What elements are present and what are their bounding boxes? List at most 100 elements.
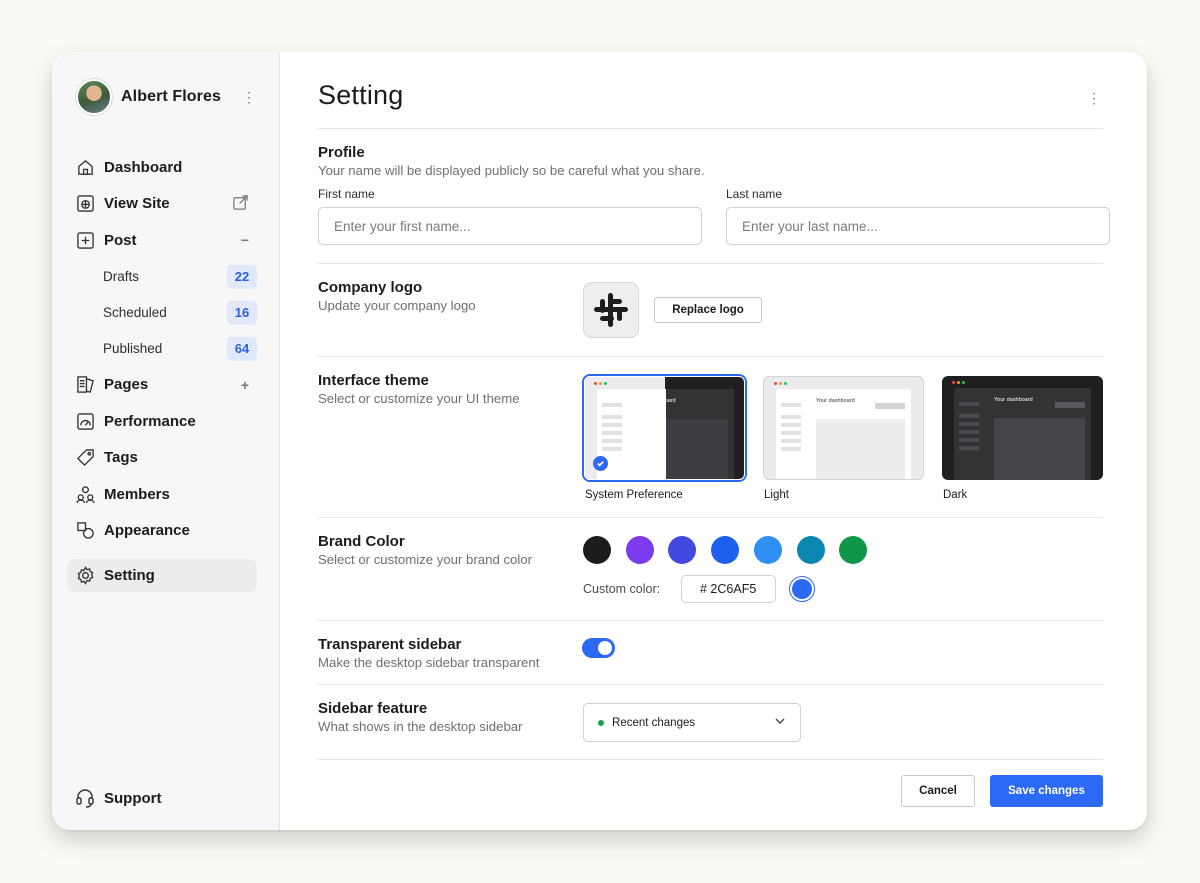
gauge-icon bbox=[75, 411, 95, 431]
brand-desc: Select or customize your brand color bbox=[318, 552, 533, 567]
sidebar-item-label: Pages bbox=[104, 376, 149, 394]
brand-title: Brand Color bbox=[318, 533, 405, 550]
color-swatch[interactable] bbox=[583, 536, 611, 564]
globe-window-icon bbox=[75, 194, 95, 214]
theme-label-system: System Preference bbox=[585, 489, 683, 501]
sidebar-nav: Dashboard View Site Post − Drafts 22 Sch… bbox=[67, 149, 257, 592]
tag-icon bbox=[75, 448, 95, 468]
divider bbox=[318, 517, 1103, 518]
sidebar-subitem-drafts[interactable]: Drafts 22 bbox=[67, 259, 257, 295]
color-swatch[interactable] bbox=[796, 536, 825, 564]
user-menu-icon[interactable]: ⋮ bbox=[242, 90, 256, 104]
transparent-desc: Make the desktop sidebar transparent bbox=[318, 655, 540, 670]
avatar[interactable] bbox=[76, 79, 112, 115]
subitem-label: Published bbox=[103, 341, 163, 356]
sidebar-item-label: Members bbox=[104, 485, 170, 503]
first-name-field[interactable] bbox=[318, 207, 702, 245]
last-name-label: Last name bbox=[726, 187, 783, 201]
subitem-label: Scheduled bbox=[103, 305, 167, 320]
first-name-label: First name bbox=[318, 187, 375, 201]
chevron-down-icon bbox=[774, 715, 786, 730]
sidebar-item-setting[interactable]: Setting bbox=[67, 559, 257, 592]
appearance-icon bbox=[75, 521, 95, 541]
color-swatch[interactable] bbox=[668, 536, 697, 564]
sidebar-item-support[interactable]: Support bbox=[75, 788, 162, 808]
sidebar-item-label: Setting bbox=[104, 567, 155, 584]
save-changes-button[interactable]: Save changes bbox=[990, 775, 1103, 807]
logo-desc: Update your company logo bbox=[318, 298, 476, 313]
plus-square-icon bbox=[75, 230, 95, 250]
custom-color-input[interactable]: # 2C6AF5 bbox=[681, 575, 776, 603]
custom-color-label: Custom color: bbox=[583, 582, 661, 596]
theme-option-light[interactable]: Your dashboard bbox=[763, 376, 924, 480]
members-icon bbox=[75, 484, 95, 504]
slack-like-logo-icon bbox=[594, 293, 628, 327]
theme-desc: Select or customize your UI theme bbox=[318, 391, 520, 406]
theme-label-dark: Dark bbox=[943, 489, 968, 501]
user-name: Albert Flores bbox=[121, 88, 221, 105]
logo-title: Company logo bbox=[318, 279, 423, 296]
sidebar-subitem-scheduled[interactable]: Scheduled 16 bbox=[67, 295, 257, 331]
subitem-label: Drafts bbox=[103, 269, 140, 284]
external-link-icon[interactable] bbox=[232, 194, 249, 214]
transparent-sidebar-toggle[interactable] bbox=[583, 639, 614, 657]
pages-icon bbox=[75, 375, 95, 395]
sidebar-item-label: Appearance bbox=[104, 522, 190, 540]
mini-dashboard-label: Your dashboard bbox=[637, 398, 676, 404]
sidebar-item-label: Dashboard bbox=[104, 158, 183, 176]
feature-desc: What shows in the desktop sidebar bbox=[318, 719, 523, 734]
home-icon bbox=[75, 157, 95, 177]
color-swatch[interactable] bbox=[839, 536, 868, 564]
sidebar-item-label: Tags bbox=[104, 449, 138, 467]
count-badge: 64 bbox=[227, 336, 257, 361]
sidebar-item-members[interactable]: Members bbox=[67, 476, 257, 513]
settings-panel: Setting ⋮ Profile Your name will be disp… bbox=[280, 52, 1147, 830]
company-logo bbox=[583, 282, 639, 338]
theme-option-system[interactable]: Your dashboard bbox=[584, 376, 745, 480]
sidebar-feature-select[interactable]: Recent changes bbox=[583, 703, 801, 742]
sidebar-item-label: View Site bbox=[104, 195, 170, 213]
color-swatch[interactable] bbox=[625, 536, 654, 564]
expand-icon[interactable]: + bbox=[241, 377, 249, 393]
page-title: Setting bbox=[318, 80, 404, 110]
replace-logo-button[interactable]: Replace logo bbox=[654, 297, 762, 323]
sidebar-item-performance[interactable]: Performance bbox=[67, 403, 257, 440]
support-label: Support bbox=[104, 789, 162, 807]
divider bbox=[318, 356, 1103, 357]
sidebar-item-label: Post bbox=[104, 231, 137, 249]
cancel-button[interactable]: Cancel bbox=[901, 775, 975, 807]
divider bbox=[318, 263, 1103, 264]
sidebar-item-post[interactable]: Post − bbox=[67, 222, 257, 259]
profile-desc: Your name will be displayed publicly so … bbox=[318, 163, 705, 178]
sidebar-item-label: Performance bbox=[104, 412, 196, 430]
sidebar: Albert Flores ⋮ Dashboard View Site Post… bbox=[52, 52, 280, 830]
count-badge: 16 bbox=[227, 300, 257, 325]
color-swatch[interactable] bbox=[711, 536, 740, 564]
color-swatch[interactable] bbox=[753, 536, 782, 564]
sidebar-item-tags[interactable]: Tags bbox=[67, 440, 257, 477]
more-options-icon[interactable]: ⋮ bbox=[1087, 90, 1101, 107]
feature-title: Sidebar feature bbox=[318, 700, 428, 717]
sidebar-item-pages[interactable]: Pages + bbox=[67, 367, 257, 404]
count-badge: 22 bbox=[227, 264, 257, 289]
profile-title: Profile bbox=[318, 144, 365, 161]
mini-dashboard-label: Your dashboard bbox=[994, 397, 1033, 403]
transparent-title: Transparent sidebar bbox=[318, 636, 462, 653]
sidebar-item-dashboard[interactable]: Dashboard bbox=[67, 149, 257, 186]
check-icon bbox=[593, 456, 608, 471]
sidebar-item-view-site[interactable]: View Site bbox=[67, 186, 257, 223]
user-header[interactable]: Albert Flores ⋮ bbox=[76, 79, 256, 115]
sidebar-subitem-published[interactable]: Published 64 bbox=[67, 331, 257, 367]
headset-icon bbox=[75, 788, 95, 808]
app-window: Albert Flores ⋮ Dashboard View Site Post… bbox=[52, 52, 1147, 830]
collapse-icon[interactable]: − bbox=[241, 232, 249, 248]
divider bbox=[318, 620, 1103, 621]
divider bbox=[318, 684, 1103, 685]
theme-option-dark[interactable]: Your dashboard bbox=[942, 376, 1103, 480]
status-dot bbox=[598, 719, 604, 726]
custom-color-preview[interactable] bbox=[789, 576, 815, 602]
select-value: Recent changes bbox=[612, 716, 696, 729]
sidebar-item-appearance[interactable]: Appearance bbox=[67, 513, 257, 550]
last-name-field[interactable] bbox=[726, 207, 1110, 245]
divider bbox=[318, 759, 1103, 760]
